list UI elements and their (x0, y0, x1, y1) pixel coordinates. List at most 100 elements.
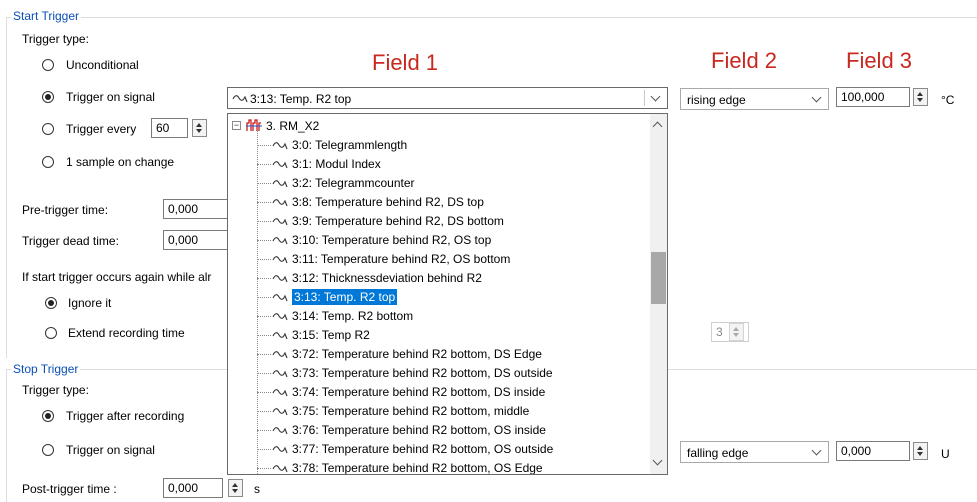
signal-list-item[interactable]: 3:8: Temperature behind R2, DS top (228, 193, 667, 212)
start-trigger-type-label: Trigger type: (22, 32, 89, 46)
tree-branch (257, 449, 271, 450)
signal-list-item[interactable]: 3:15: Temp R2 (228, 326, 667, 345)
signal-wave-icon (272, 275, 288, 283)
chevron-down-icon[interactable] (811, 445, 822, 456)
pre-trigger-input[interactable]: 0,000 (163, 199, 229, 219)
label-sample-on-change[interactable]: 1 sample on change (66, 155, 174, 169)
label-trigger-after-recording[interactable]: Trigger after recording (66, 409, 184, 423)
signal-list-item[interactable]: 3:12: Thicknessdeviation behind R2 (228, 269, 667, 288)
radio-trigger-after-recording[interactable] (42, 410, 54, 422)
extend-value-spinner[interactable] (729, 323, 744, 341)
signal-wave-icon (272, 256, 288, 264)
radio-trigger-on-signal[interactable] (42, 91, 54, 103)
label-ignore-it[interactable]: Ignore it (68, 296, 111, 310)
scroll-down-icon[interactable] (652, 455, 663, 466)
tree-branch (257, 411, 271, 412)
stop-trigger-title: Stop Trigger (11, 362, 81, 376)
label-extend-recording[interactable]: Extend recording time (68, 326, 185, 340)
post-trigger-spinner[interactable] (228, 479, 243, 497)
tree-branch (257, 316, 271, 317)
signal-list-item[interactable]: 3:9: Temperature behind R2, DS bottom (228, 212, 667, 231)
signal-dropdown-list[interactable]: − 3. RM_X2 3:0: Telegrammlength 3:1: Modu… (227, 113, 668, 475)
tree-branch (257, 240, 271, 241)
label-trigger-on-signal[interactable]: Trigger on signal (66, 90, 155, 104)
signal-list-item-label: 3:12: Thicknessdeviation behind R2 (292, 271, 482, 285)
threshold-input[interactable]: 100,000 (836, 87, 910, 107)
signal-list-item-label: 3:10: Temperature behind R2, OS top (292, 233, 492, 247)
tree-branch (257, 430, 271, 431)
tree-branch (257, 335, 271, 336)
post-trigger-unit: s (254, 482, 260, 496)
signal-wave-icon (272, 142, 288, 150)
tree-branch (257, 259, 271, 260)
signal-wave-icon (272, 161, 288, 169)
start-trigger-title: Start Trigger (11, 9, 82, 23)
signal-wave-icon (272, 294, 288, 302)
label-unconditional[interactable]: Unconditional (66, 58, 139, 72)
signal-wave-icon (272, 199, 288, 207)
tree-group-row[interactable]: − 3. RM_X2 (228, 117, 667, 136)
signal-list-item[interactable]: 3:76: Temperature behind R2 bottom, OS i… (228, 421, 667, 440)
signal-list-item[interactable]: 3:73: Temperature behind R2 bottom, DS o… (228, 364, 667, 383)
tree-branch (257, 183, 271, 184)
radio-ignore-it[interactable] (45, 297, 57, 309)
signal-list-item[interactable]: 3:75: Temperature behind R2 bottom, midd… (228, 402, 667, 421)
signal-list-item-label: 3:1: Modul Index (292, 157, 381, 171)
signal-list-item-label: 3:8: Temperature behind R2, DS top (292, 195, 484, 209)
signal-list-item[interactable]: 3:78: Temperature behind R2 bottom, OS E… (228, 459, 667, 474)
edge-combobox[interactable]: rising edge (680, 88, 829, 110)
signal-wave-icon (272, 389, 288, 397)
signal-wave-icon (272, 237, 288, 245)
tree-branch (257, 297, 271, 298)
post-trigger-input[interactable]: 0,000 (163, 478, 223, 498)
signal-list-item[interactable]: 3:13: Temp. R2 top (228, 288, 667, 307)
collapse-icon[interactable]: − (232, 121, 241, 130)
signal-combobox[interactable]: 3:13: Temp. R2 top (227, 87, 668, 109)
trigger-every-input[interactable]: 60 (151, 118, 188, 138)
stop-threshold-spinner[interactable] (913, 442, 928, 460)
tree-branch (257, 392, 271, 393)
signal-list-item[interactable]: 3:14: Temp. R2 bottom (228, 307, 667, 326)
tree-branch (257, 373, 271, 374)
tree-branch (257, 164, 271, 165)
radio-sample-on-change[interactable] (42, 156, 54, 168)
stop-edge-combobox[interactable]: falling edge (680, 441, 829, 463)
stop-threshold-unit: U (941, 447, 950, 461)
scroll-up-icon[interactable] (652, 121, 663, 132)
signal-list-item[interactable]: 3:77: Temperature behind R2 bottom, OS o… (228, 440, 667, 459)
pre-trigger-label: Pre-trigger time: (22, 203, 109, 217)
module-icon (246, 119, 262, 131)
radio-trigger-every[interactable] (42, 123, 54, 135)
signal-list-item[interactable]: 3:72: Temperature behind R2 bottom, DS E… (228, 345, 667, 364)
signal-wave-icon (272, 370, 288, 378)
threshold-spinner[interactable] (913, 88, 928, 106)
chevron-down-icon[interactable] (811, 92, 822, 103)
signal-list-item-label: 3:0: Telegrammlength (292, 138, 408, 152)
radio-unconditional[interactable] (42, 59, 54, 71)
signal-list-item-label: 3:76: Temperature behind R2 bottom, OS i… (292, 423, 546, 437)
trigger-every-spinner[interactable] (192, 119, 207, 137)
tree-branch (257, 468, 271, 469)
signal-list-item[interactable]: 3:0: Telegrammlength (228, 136, 667, 155)
signal-list-item[interactable]: 3:1: Modul Index (228, 155, 667, 174)
radio-extend-recording[interactable] (45, 327, 57, 339)
signal-list-item[interactable]: 3:74: Temperature behind R2 bottom, DS i… (228, 383, 667, 402)
signal-list-item-label: 3:77: Temperature behind R2 bottom, OS o… (292, 442, 554, 456)
signal-list-item[interactable]: 3:2: Telegrammcounter (228, 174, 667, 193)
scroll-thumb[interactable] (651, 252, 666, 304)
label-stop-trigger-on-signal[interactable]: Trigger on signal (66, 443, 155, 457)
dead-time-input[interactable]: 0,000 (163, 230, 229, 250)
radio-stop-trigger-on-signal[interactable] (42, 444, 54, 456)
signal-wave-icon (272, 313, 288, 321)
label-trigger-every[interactable]: Trigger every (66, 122, 136, 136)
signal-wave-icon (272, 351, 288, 359)
chevron-down-icon[interactable] (650, 91, 661, 102)
stop-threshold-input[interactable]: 0,000 (836, 441, 910, 461)
list-scrollbar[interactable] (650, 114, 667, 474)
signal-wave-icon (272, 465, 288, 473)
signal-list-item[interactable]: 3:11: Temperature behind R2, OS bottom (228, 250, 667, 269)
signal-list-item-label: 3:9: Temperature behind R2, DS bottom (292, 214, 504, 228)
tree-branch (257, 221, 271, 222)
signal-list-item-label: 3:72: Temperature behind R2 bottom, DS E… (292, 347, 542, 361)
signal-list-item[interactable]: 3:10: Temperature behind R2, OS top (228, 231, 667, 250)
